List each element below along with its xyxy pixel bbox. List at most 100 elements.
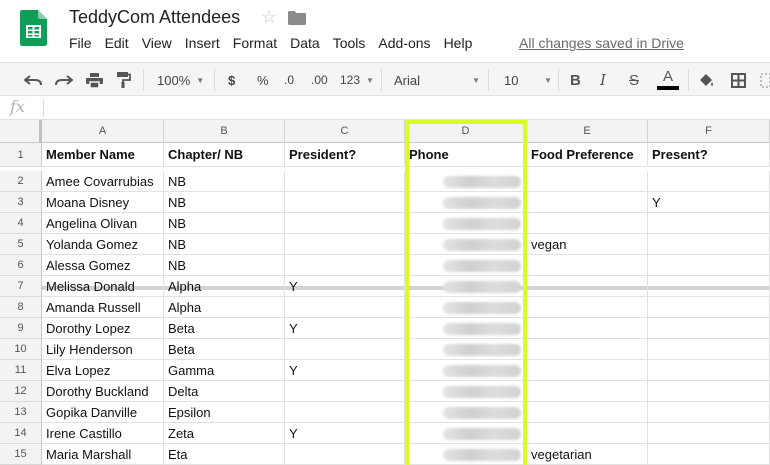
cell-f14[interactable] (648, 423, 770, 444)
row-header-4[interactable]: 4 (0, 213, 42, 234)
borders-icon[interactable] (731, 70, 746, 90)
cell-c8[interactable] (285, 297, 405, 318)
paint-format-icon[interactable] (117, 70, 131, 90)
cell-a7[interactable]: Melissa Donald (42, 276, 164, 297)
cell-e10[interactable] (527, 339, 648, 360)
cell-f4[interactable] (648, 213, 770, 234)
menu-insert[interactable]: Insert (185, 35, 220, 51)
cell-b7[interactable]: Alpha (164, 276, 285, 297)
row-header-2[interactable]: 2 (0, 171, 42, 192)
header-cell-a[interactable]: Member Name (42, 143, 164, 167)
undo-icon[interactable] (24, 70, 42, 90)
cell-e4[interactable] (527, 213, 648, 234)
cell-f8[interactable] (648, 297, 770, 318)
cell-e15[interactable]: vegetarian (527, 444, 648, 465)
folder-icon[interactable] (288, 11, 306, 25)
fill-color-icon[interactable] (698, 70, 715, 90)
cell-f5[interactable] (648, 234, 770, 255)
font-size-select[interactable]: 10 ▼ (504, 70, 552, 90)
cell-b4[interactable]: NB (164, 213, 285, 234)
cell-f15[interactable] (648, 444, 770, 465)
cell-e11[interactable] (527, 360, 648, 381)
document-title[interactable]: TeddyCom Attendees (69, 7, 240, 28)
header-cell-f[interactable]: Present? (648, 143, 770, 167)
row-header-11[interactable]: 11 (0, 360, 42, 381)
row-header-7[interactable]: 7 (0, 276, 42, 297)
print-icon[interactable] (86, 70, 103, 90)
cell-b12[interactable]: Delta (164, 381, 285, 402)
column-header-b[interactable]: B (164, 120, 285, 143)
row-header-1[interactable]: 1 (0, 143, 42, 167)
cell-b15[interactable]: Eta (164, 444, 285, 465)
cell-a11[interactable]: Elva Lopez (42, 360, 164, 381)
cell-c3[interactable] (285, 192, 405, 213)
cell-e5[interactable]: vegan (527, 234, 648, 255)
cell-c13[interactable] (285, 402, 405, 423)
cell-b8[interactable]: Alpha (164, 297, 285, 318)
cell-a10[interactable]: Lily Henderson (42, 339, 164, 360)
cell-a8[interactable]: Amanda Russell (42, 297, 164, 318)
more-formats-select[interactable]: 123 ▼ (340, 70, 374, 90)
cell-f9[interactable] (648, 318, 770, 339)
cell-c5[interactable] (285, 234, 405, 255)
cell-b10[interactable]: Beta (164, 339, 285, 360)
header-cell-b[interactable]: Chapter/ NB (164, 143, 285, 167)
formula-bar[interactable]: fx (0, 96, 770, 120)
cell-b3[interactable]: NB (164, 192, 285, 213)
column-header-c[interactable]: C (285, 120, 405, 143)
cell-f12[interactable] (648, 381, 770, 402)
merge-cells-icon[interactable] (760, 70, 770, 90)
cell-f3[interactable]: Y (648, 192, 770, 213)
row-header-10[interactable]: 10 (0, 339, 42, 360)
row-header-3[interactable]: 3 (0, 192, 42, 213)
column-header-d[interactable]: D (405, 120, 527, 143)
cell-e14[interactable] (527, 423, 648, 444)
cell-a6[interactable]: Alessa Gomez (42, 255, 164, 276)
cell-b14[interactable]: Zeta (164, 423, 285, 444)
header-cell-e[interactable]: Food Preference (527, 143, 648, 167)
cell-b6[interactable]: NB (164, 255, 285, 276)
cell-c9[interactable]: Y (285, 318, 405, 339)
cell-b2[interactable]: NB (164, 171, 285, 192)
cell-b13[interactable]: Epsilon (164, 402, 285, 423)
cell-a13[interactable]: Gopika Danville (42, 402, 164, 423)
row-header-9[interactable]: 9 (0, 318, 42, 339)
google-sheets-logo[interactable] (20, 10, 47, 46)
select-all-corner[interactable] (0, 120, 42, 143)
cell-e6[interactable] (527, 255, 648, 276)
decrease-decimals-button[interactable]: .0 (284, 70, 294, 90)
font-family-select[interactable]: Arial ▼ (394, 70, 480, 90)
cell-b5[interactable]: NB (164, 234, 285, 255)
cell-b9[interactable]: Beta (164, 318, 285, 339)
column-header-a[interactable]: A (42, 120, 164, 143)
cell-c7[interactable]: Y (285, 276, 405, 297)
text-color-button[interactable]: A (657, 68, 679, 94)
cell-e3[interactable] (527, 192, 648, 213)
italic-button[interactable]: I (600, 70, 606, 90)
row-header-8[interactable]: 8 (0, 297, 42, 318)
cell-a3[interactable]: Moana Disney (42, 192, 164, 213)
menu-format[interactable]: Format (233, 35, 277, 51)
currency-format-button[interactable]: $ (228, 70, 235, 90)
cell-a9[interactable]: Dorothy Lopez (42, 318, 164, 339)
percent-format-button[interactable]: % (257, 70, 269, 90)
cell-f7[interactable] (648, 276, 770, 297)
cell-c11[interactable]: Y (285, 360, 405, 381)
header-cell-d[interactable]: Phone (405, 143, 527, 167)
cell-a12[interactable]: Dorothy Buckland (42, 381, 164, 402)
cell-f11[interactable] (648, 360, 770, 381)
cell-e8[interactable] (527, 297, 648, 318)
row-header-6[interactable]: 6 (0, 255, 42, 276)
cell-c14[interactable]: Y (285, 423, 405, 444)
cell-f13[interactable] (648, 402, 770, 423)
cell-f2[interactable] (648, 171, 770, 192)
zoom-select[interactable]: 100% ▼ (157, 70, 204, 90)
cell-f10[interactable] (648, 339, 770, 360)
cell-a5[interactable]: Yolanda Gomez (42, 234, 164, 255)
cell-c2[interactable] (285, 171, 405, 192)
column-header-e[interactable]: E (527, 120, 648, 143)
menu-add-ons[interactable]: Add-ons (378, 35, 430, 51)
save-status-link[interactable]: All changes saved in Drive (519, 35, 684, 51)
bold-button[interactable]: B (570, 70, 581, 90)
star-icon[interactable]: ☆ (261, 7, 277, 28)
